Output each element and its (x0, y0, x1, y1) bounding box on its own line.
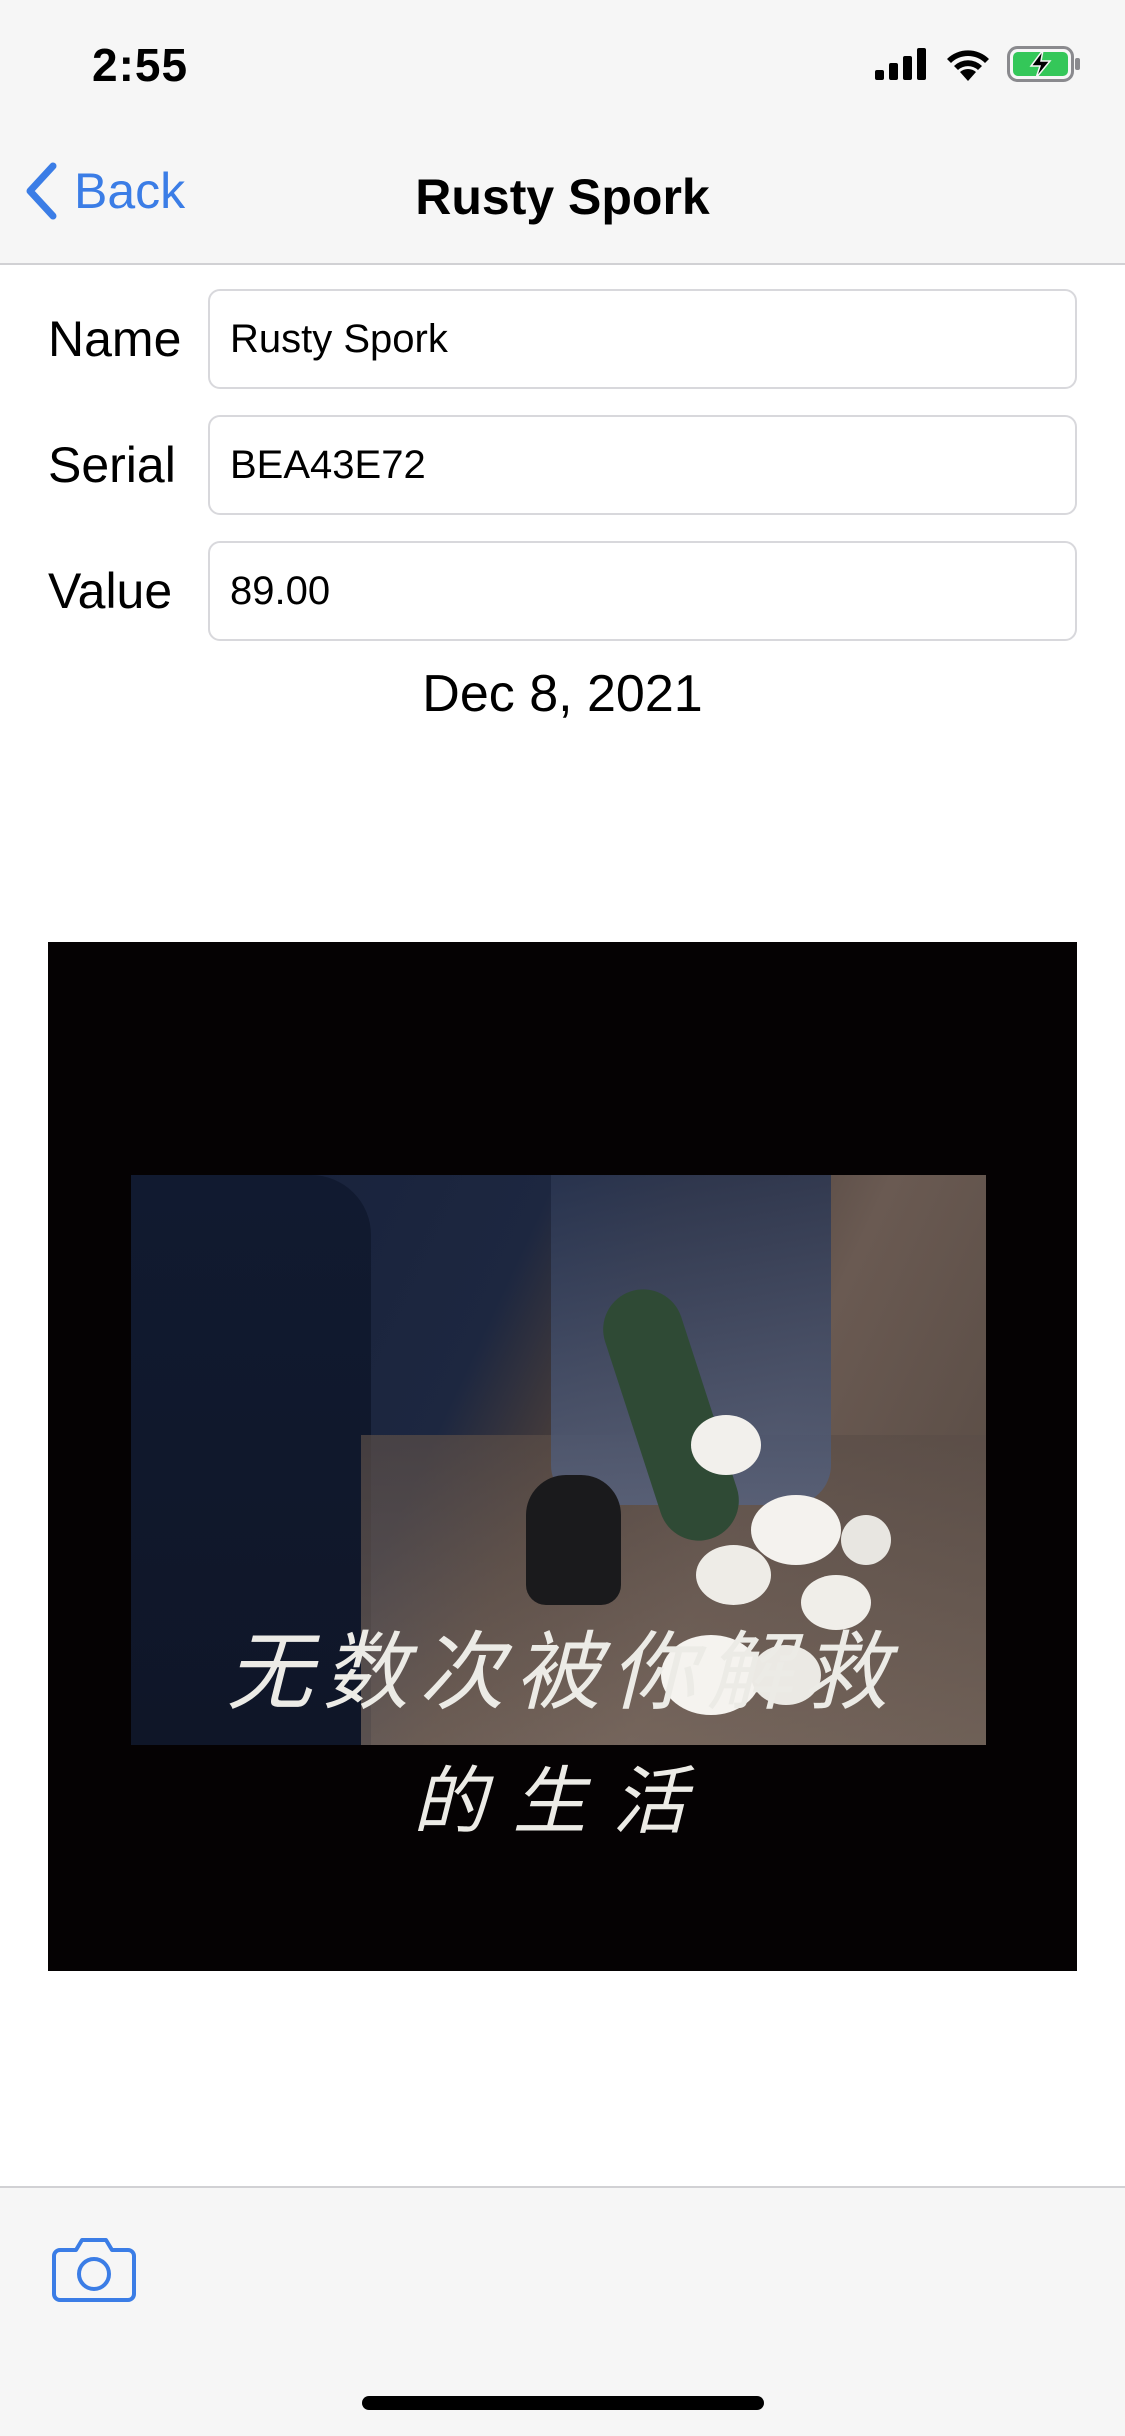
cellular-signal-icon (875, 48, 926, 80)
photo-calligraphy-line2: 的生活 (412, 1759, 713, 1845)
photo-calligraphy-line1: 无数次被你解救 (226, 1623, 899, 1723)
status-icons (875, 46, 1081, 82)
battery-charging-icon (1007, 46, 1080, 82)
name-field[interactable] (208, 289, 1077, 389)
date-created-label: Dec 8, 2021 (422, 665, 703, 723)
value-row: Value (48, 540, 1077, 642)
item-photo: 无数次被你解救 的生活 (48, 942, 1077, 1971)
wifi-icon (947, 50, 989, 81)
camera-icon (52, 2238, 136, 2302)
value-label: Value (48, 563, 173, 619)
name-row: Name (48, 288, 1077, 390)
serial-row: Serial (48, 414, 1077, 516)
navigation-bar: 2:55 Back Rusty Spork (0, 0, 1125, 265)
value-field[interactable] (208, 541, 1077, 641)
status-time: 2:55 (92, 39, 189, 91)
home-indicator[interactable] (362, 2396, 764, 2410)
serial-field[interactable] (208, 415, 1077, 515)
camera-button[interactable] (52, 2236, 136, 2302)
serial-label: Serial (48, 437, 176, 493)
page-title: Rusty Spork (415, 169, 710, 225)
name-label: Name (48, 311, 182, 367)
item-detail-screen: 2:55 Back Rusty Spork Name Rusty Spork S… (0, 0, 1125, 2436)
